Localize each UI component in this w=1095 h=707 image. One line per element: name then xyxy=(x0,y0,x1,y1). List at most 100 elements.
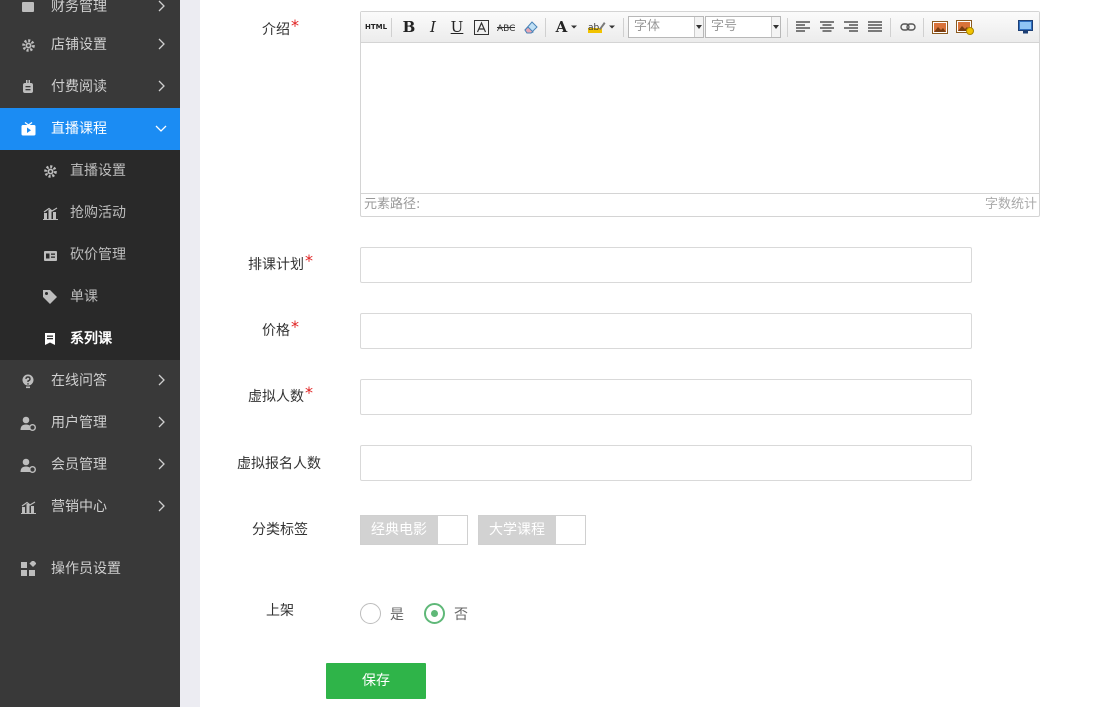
insert-multi-image-button[interactable] xyxy=(954,17,976,37)
sidebar-item-label: 会员管理 xyxy=(51,457,107,473)
word-count-label: 字数统计 xyxy=(984,197,1037,212)
shelf-yes-label[interactable]: 是 xyxy=(390,606,404,624)
shelf-no-label[interactable]: 否 xyxy=(454,606,468,624)
required-mark: * xyxy=(305,251,313,270)
live-icon xyxy=(20,121,36,137)
save-button[interactable]: 保存 xyxy=(326,663,426,699)
caret-down-icon xyxy=(571,25,578,29)
required-mark: * xyxy=(291,16,299,35)
bargain-icon xyxy=(42,247,58,263)
toolbar-divider xyxy=(890,18,891,37)
sidebar-item-paid-reading[interactable]: 付费阅读 xyxy=(0,66,180,108)
sidebar-item-label: 店铺设置 xyxy=(51,37,107,53)
monitor-icon xyxy=(1017,20,1033,34)
sidebar-item-label: 用户管理 xyxy=(51,415,107,431)
strikethrough-button[interactable]: ABC xyxy=(495,17,517,37)
sidebar-subitem-label: 砍价管理 xyxy=(70,247,126,263)
preview-button[interactable] xyxy=(1015,17,1035,37)
dropdown-arrow-icon xyxy=(771,17,780,37)
sidebar-item-user-management[interactable]: 用户管理 xyxy=(0,402,180,444)
tag-checkbox-university-courses[interactable]: 大学课程 xyxy=(478,515,586,545)
bold-button[interactable]: B xyxy=(399,17,419,37)
multi-image-icon xyxy=(956,19,974,35)
gear-icon xyxy=(20,37,36,53)
element-path-label: 元素路径: xyxy=(364,197,421,212)
chevron-right-icon xyxy=(158,416,165,428)
font-color-label: A xyxy=(555,18,568,36)
sidebar-item-label: 操作员设置 xyxy=(51,561,121,577)
chevron-right-icon xyxy=(158,374,165,386)
sidebar-item-operator-settings[interactable]: 操作员设置 xyxy=(0,548,180,590)
tag-label: 经典电影 xyxy=(361,516,438,544)
gear-icon xyxy=(42,163,58,179)
price-label: 价格* xyxy=(262,317,299,341)
font-size-select[interactable]: 字号 xyxy=(705,16,781,38)
rich-text-editor: HTML B I U ABC A ab 字体 字号 元素路径: 字数统计 xyxy=(360,11,1040,217)
link-icon xyxy=(900,23,916,31)
highlight-color-button[interactable]: ab xyxy=(587,17,617,37)
member-icon xyxy=(20,457,36,473)
svg-text:ABC: ABC xyxy=(497,24,515,33)
sidebar-subitem-single-course[interactable]: 单课 xyxy=(0,276,180,318)
required-mark: * xyxy=(305,383,313,402)
sidebar-item-label: 在线问答 xyxy=(51,373,107,389)
insert-image-button[interactable] xyxy=(929,17,951,37)
main-form: 介绍* HTML B I U ABC A ab 字体 字号 元素路径: 字数统计… xyxy=(200,0,1095,707)
toolbar-divider xyxy=(545,18,546,37)
book-icon xyxy=(42,331,58,347)
price-input[interactable] xyxy=(360,313,972,349)
editor-content-area[interactable] xyxy=(361,44,1039,193)
toolbar-divider xyxy=(923,18,924,37)
align-justify-button[interactable] xyxy=(865,17,885,37)
toolbar-divider xyxy=(787,18,788,37)
schedule-input[interactable] xyxy=(360,247,972,283)
user-icon xyxy=(20,415,36,431)
italic-button[interactable]: I xyxy=(423,17,443,37)
html-source-button[interactable]: HTML xyxy=(365,17,387,37)
sidebar-item-marketing-center[interactable]: 营销中心 xyxy=(0,486,180,528)
schedule-label-text: 排课计划 xyxy=(248,257,304,273)
toolbar-divider xyxy=(623,18,624,37)
tag-checkbox-classic-movies[interactable]: 经典电影 xyxy=(360,515,468,545)
sidebar-item-label: 直播课程 xyxy=(51,121,107,137)
sidebar-subitem-flash-sale[interactable]: 抢购活动 xyxy=(0,192,180,234)
underline-label: U xyxy=(450,18,464,36)
shelf-label: 上架 xyxy=(266,601,294,621)
sidebar-submenu: 直播设置 抢购活动 砍价管理 单课 系列课 xyxy=(0,150,180,360)
font-family-select[interactable]: 字体 xyxy=(628,16,704,38)
align-left-button[interactable] xyxy=(793,17,813,37)
highlight-icon: ab xyxy=(588,22,606,33)
sidebar-item-label: 营销中心 xyxy=(51,499,107,515)
align-right-icon xyxy=(844,21,858,32)
strikethrough-icon: ABC xyxy=(497,24,515,33)
finance-icon xyxy=(20,0,36,15)
question-icon xyxy=(20,373,36,389)
sidebar-subitem-series-course[interactable]: 系列课 xyxy=(0,318,180,360)
align-justify-icon xyxy=(868,21,882,32)
sidebar-subitem-live-settings[interactable]: 直播设置 xyxy=(0,150,180,192)
eraser-button[interactable] xyxy=(521,17,541,37)
chevron-down-icon xyxy=(155,125,167,132)
align-center-button[interactable] xyxy=(817,17,837,37)
sidebar-item-store-settings[interactable]: 店铺设置 xyxy=(0,24,180,66)
virtual-signup-input[interactable] xyxy=(360,445,972,481)
sidebar-subitem-bargain[interactable]: 砍价管理 xyxy=(0,234,180,276)
align-right-button[interactable] xyxy=(841,17,861,37)
tag-icon xyxy=(42,289,58,305)
shelf-no-radio[interactable] xyxy=(424,603,445,624)
sidebar-item-live-courses[interactable]: 直播课程 xyxy=(0,108,180,150)
underline-button[interactable]: U xyxy=(447,17,467,37)
font-color-button[interactable]: A xyxy=(553,17,581,37)
align-left-icon xyxy=(796,21,810,32)
virtual-count-input[interactable] xyxy=(360,379,972,415)
chevron-right-icon xyxy=(158,80,165,92)
sidebar-item-member-management[interactable]: 会员管理 xyxy=(0,444,180,486)
chevron-right-icon xyxy=(158,38,165,50)
font-border-button[interactable] xyxy=(471,17,491,37)
font-size-placeholder: 字号 xyxy=(711,19,738,34)
link-button[interactable] xyxy=(897,17,919,37)
shelf-yes-radio[interactable] xyxy=(360,603,381,624)
sidebar-item-online-qa[interactable]: 在线问答 xyxy=(0,360,180,402)
chart-icon xyxy=(42,205,58,221)
eraser-icon xyxy=(524,21,538,34)
